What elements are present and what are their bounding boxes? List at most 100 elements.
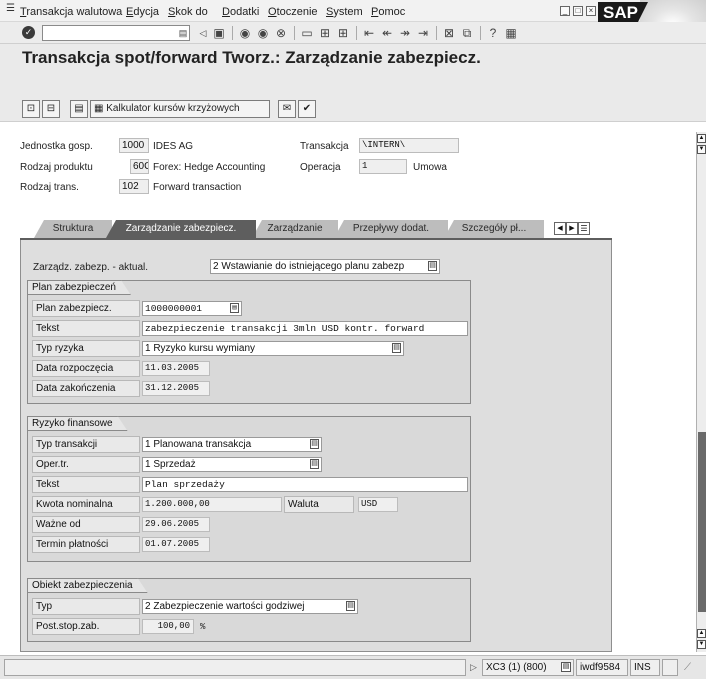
hedge-update-value: 2 Wstawianie do istniejącego planu zabez… — [213, 261, 405, 272]
financial-risk-group: Ryzyko finansowe Typ transakcji 1 Planow… — [27, 416, 471, 562]
maximize-icon[interactable]: □ — [573, 6, 583, 16]
toolbar-separator — [356, 26, 357, 40]
operation-type-dropdown[interactable]: 1 Sprzedaż ▤ — [142, 457, 322, 472]
due-date-field: 01.07.2005 — [142, 537, 210, 552]
tab-struktura[interactable]: Struktura — [34, 220, 112, 238]
tab-zarzadzanie-zabezpiecz[interactable]: Zarządzanie zabezpiecz. — [106, 220, 256, 238]
end-date-label: Data zakończenia — [32, 380, 140, 397]
object-type-dropdown[interactable]: 2 Zabezpieczenie wartości godziwej ▤ — [142, 599, 358, 614]
transaction-type-text: Forward transaction — [153, 182, 242, 193]
customize-layout-icon[interactable]: ▦ — [504, 26, 518, 40]
new-session-icon[interactable]: ⊠ — [442, 26, 456, 40]
hedge-text-field[interactable]: zabezpieczenie transakcji 3mln USD kontr… — [142, 321, 468, 336]
status-message-area — [4, 659, 466, 676]
first-page-icon[interactable]: ⇤ — [362, 26, 376, 40]
object-type-label: Typ — [32, 598, 140, 615]
tab-scroll-left-icon[interactable]: ◀ — [554, 222, 566, 235]
back-icon[interactable]: ◉ — [238, 26, 252, 40]
scroll-down-icon[interactable]: ▼ — [697, 145, 706, 154]
currency-label: Waluta — [284, 496, 354, 513]
toolbar-separator — [480, 26, 481, 40]
hedge-ratio-label: Post.stop.zab. — [32, 618, 140, 635]
risk-text-field[interactable]: Plan sprzedaży — [142, 477, 468, 492]
object-type-value: 2 Zabezpieczenie wartości godziwej — [145, 601, 305, 612]
last-page-icon[interactable]: ⇥ — [416, 26, 430, 40]
other-object-button[interactable]: ⊡ — [22, 100, 40, 118]
nominal-amount-label: Kwota nominalna — [32, 496, 140, 513]
minimize-icon[interactable]: _ — [560, 6, 570, 16]
transaction-type2-label: Typ transakcji — [32, 436, 140, 453]
tab-list-icon[interactable]: ☰ — [578, 222, 590, 235]
dropdown-icon[interactable]: ▤ — [310, 439, 319, 449]
dropdown-icon[interactable]: ▤ — [346, 601, 355, 611]
dropdown-icon[interactable]: ▤ — [392, 343, 401, 353]
tab-szczegoly-pl[interactable]: Szczegóły pł... — [444, 220, 544, 238]
find-icon[interactable]: ⊞ — [318, 26, 332, 40]
tab-przeplywy-dodat[interactable]: Przepływy dodat. — [334, 220, 448, 238]
menu-skok-do[interactable]: Skok do — [168, 6, 208, 18]
scroll-down-icon[interactable]: ▼ — [697, 640, 706, 649]
scroll-up-icon[interactable]: ▲ — [697, 134, 706, 143]
exit-icon[interactable]: ◉ — [256, 26, 270, 40]
menu-pomoc[interactable]: Pomoc — [371, 6, 405, 18]
find-next-icon[interactable]: ⊞ — [336, 26, 350, 40]
enter-check-icon[interactable]: ✓ — [22, 26, 35, 39]
operation-field: 1 — [359, 159, 407, 174]
resize-grip-icon[interactable]: ⟋ — [684, 662, 691, 673]
calculator-cross-rates-button[interactable]: ▦ Kalkulator kursów krzyżowych — [90, 100, 270, 118]
display-change-button[interactable]: ⊟ — [42, 100, 60, 118]
cancel-icon[interactable]: ⊗ — [274, 26, 288, 40]
shortcut-icon[interactable]: ⧉ — [460, 26, 474, 40]
hedge-object-group-title: Obiekt zabezpieczenia — [27, 578, 148, 593]
start-date-label: Data rozpoczęcia — [32, 360, 140, 377]
operation-type-value: 1 Sprzedaż — [145, 459, 196, 470]
system-info-dropdown-icon[interactable]: ▤ — [561, 662, 571, 672]
scrollbar-thumb[interactable] — [698, 432, 706, 612]
product-type-field: 60C — [130, 159, 149, 174]
check-button[interactable]: ✔ — [298, 100, 316, 118]
tab-scroll-right-icon[interactable]: ▶ — [566, 222, 578, 235]
hedge-plan-field[interactable]: 1000000001 ▤ — [142, 301, 242, 316]
save-icon[interactable]: ▣ — [212, 26, 226, 40]
toolbar-separator — [436, 26, 437, 40]
hedge-plan-group-title: Plan zabezpieczeń — [27, 280, 131, 295]
company-code-text: IDES AG — [153, 141, 194, 152]
transaction-type2-value: 1 Planowana transakcja — [145, 439, 252, 450]
toolbar-separator — [232, 26, 233, 40]
search-help-icon[interactable]: ▤ — [230, 303, 239, 313]
dropdown-icon[interactable]: ▤ — [428, 261, 437, 271]
status-expand-icon[interactable]: ▷ — [470, 662, 477, 673]
menu-edycja[interactable]: Edycja — [126, 6, 159, 18]
tab-zarzadzanie[interactable]: Zarządzanie — [252, 220, 338, 238]
tab-panel: Zarządz. zabezp. - aktual. 2 Wstawianie … — [20, 240, 612, 652]
hedge-update-dropdown[interactable]: 2 Wstawianie do istniejącego planu zabez… — [210, 259, 440, 274]
menu-system[interactable]: System — [326, 6, 363, 18]
transaction-field: \INTERN\ — [359, 138, 459, 153]
help-icon[interactable]: ? — [486, 26, 500, 40]
app-menu-icon[interactable]: ☰ — [6, 3, 15, 14]
close-icon[interactable]: × — [586, 6, 596, 16]
print-icon[interactable]: ▭ — [300, 26, 314, 40]
command-field[interactable] — [42, 25, 190, 41]
currency-field: USD — [358, 497, 398, 512]
hedge-text-label: Tekst — [32, 320, 140, 337]
menu-dodatki[interactable]: Dodatki — [222, 6, 259, 18]
risk-type-dropdown[interactable]: 1 Ryzyko kursu wymiany ▤ — [142, 341, 404, 356]
dropdown-icon[interactable]: ▤ — [310, 459, 319, 469]
risk-type-value: 1 Ryzyko kursu wymiany — [145, 343, 256, 354]
command-history-icon[interactable]: ▤ — [176, 26, 190, 40]
prev-page-icon[interactable]: ↞ — [380, 26, 394, 40]
next-page-icon[interactable]: ↠ — [398, 26, 412, 40]
transaction-type2-dropdown[interactable]: 1 Planowana transakcja ▤ — [142, 437, 322, 452]
menu-otoczenie[interactable]: Otoczenie — [268, 6, 318, 18]
menu-transakcja-walutowa[interactable]: Transakcja walutowa — [20, 6, 122, 18]
back-arrow-small-icon[interactable]: ◁ — [196, 26, 210, 40]
risk-type-label: Typ ryzyka — [32, 340, 140, 357]
scroll-up-icon[interactable]: ▲ — [697, 629, 706, 638]
nominal-amount-field: 1.200.000,00 — [142, 497, 282, 512]
operation-label: Operacja — [300, 162, 341, 173]
mail-button[interactable]: ✉ — [278, 100, 296, 118]
due-date-label: Termin płatności — [32, 536, 140, 553]
server-name: iwdf9584 — [576, 659, 628, 676]
document-button[interactable]: ▤ — [70, 100, 88, 118]
